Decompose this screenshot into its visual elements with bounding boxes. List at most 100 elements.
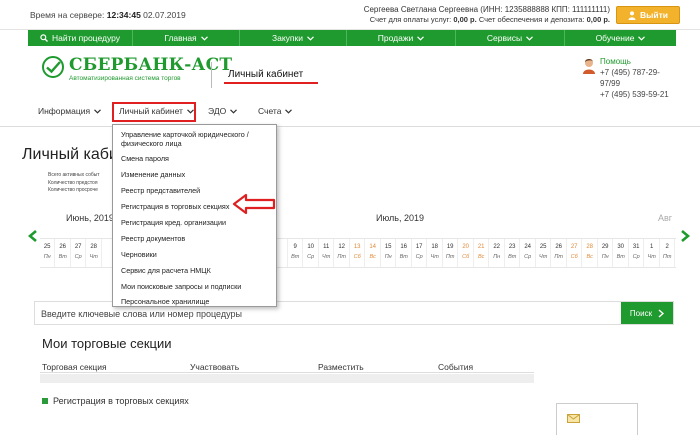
calendar-day[interactable]: 18 Чт: [428, 239, 443, 267]
chevron-right-icon[interactable]: [680, 230, 690, 242]
subnav-information[interactable]: Информация: [38, 106, 101, 116]
calendar-day[interactable]: 26 Вт: [56, 239, 71, 267]
calendar-day[interactable]: 10 Ср: [304, 239, 319, 267]
search-input[interactable]: [41, 307, 601, 321]
search-button[interactable]: Поиск: [621, 302, 673, 324]
calendar-day-number: 27: [570, 244, 578, 250]
calendar-day-weekday: Пт: [554, 254, 563, 260]
calendar-day[interactable]: 15 Пн: [381, 239, 397, 267]
nav-purchases[interactable]: Закупки: [240, 30, 346, 46]
mail-icon[interactable]: [567, 414, 580, 423]
help-block: Помощь +7 (495) 787-29-97/99 +7 (495) 53…: [600, 56, 676, 100]
subnav-edo[interactable]: ЭДО: [208, 106, 238, 116]
chevron-down-icon: [285, 108, 293, 114]
nav-services[interactable]: Сервисы: [456, 30, 564, 46]
calendar-day[interactable]: 26 Пт: [552, 239, 567, 267]
col-place: Разместить: [318, 362, 364, 372]
page-title: Личный каби: [22, 146, 118, 163]
calendar-day[interactable]: 12 Пт: [335, 239, 350, 267]
sberbank-ast-logo[interactable]: СБЕРБАНК-АСТ Автоматизированная система …: [42, 56, 232, 82]
calendar-day-number: 19: [446, 244, 454, 250]
calendar-day-number: 9: [293, 244, 297, 250]
server-date: 02.07.2019: [143, 10, 186, 20]
calendar-day[interactable]: 1 Чт: [645, 239, 660, 267]
help-link[interactable]: Помощь: [600, 56, 676, 67]
calendar-day[interactable]: 29 Пн: [598, 239, 614, 267]
calendar-day-weekday: Пт: [445, 254, 455, 260]
calendar-day-number: 2: [665, 244, 669, 250]
nav-sales-label: Продажи: [377, 33, 414, 43]
menu-item-documents-registry[interactable]: Реестр документов: [121, 234, 271, 243]
register-sections-link[interactable]: Регистрация в торговых секциях: [42, 396, 189, 406]
calendar-day[interactable]: 27 Сб: [567, 239, 583, 267]
sections-header-divider: [40, 372, 534, 373]
calendar-day[interactable]: 23 Вт: [505, 239, 521, 267]
subnav-personal-cabinet[interactable]: Личный кабинет: [119, 106, 194, 116]
server-time-label: Время на сервере:: [30, 10, 105, 20]
menu-item-credit-org-registration[interactable]: Регистрация кред. организации: [121, 218, 271, 227]
calendar-day[interactable]: 27 Ср: [71, 239, 87, 267]
help-phone-1: +7 (495) 787-29-97/99: [600, 68, 660, 88]
calendar-day[interactable]: 11 Чт: [319, 239, 335, 267]
calendar-day-number: 28: [90, 244, 98, 250]
calendar-day-weekday: Ср: [524, 254, 532, 260]
calendar-day[interactable]: 16 Вт: [397, 239, 412, 267]
calendar-day[interactable]: 20 Сб: [459, 239, 474, 267]
calendar-day[interactable]: 19 Пт: [443, 239, 459, 267]
balance-value-services: 0,00 р.: [453, 15, 477, 24]
nav-find-procedure[interactable]: Найти процедуру: [28, 30, 132, 46]
chevron-down-icon: [526, 35, 534, 41]
calendar-day[interactable]: 14 Вс: [366, 239, 381, 267]
calendar-day-number: 17: [415, 244, 423, 250]
calendar-day[interactable]: 13 Сб: [350, 239, 366, 267]
calendar-day[interactable]: 25 Чт: [536, 239, 552, 267]
calendar-day[interactable]: 25 Пн: [40, 239, 56, 267]
menu-item-personal-storage[interactable]: Персональное хранилище: [121, 297, 271, 306]
nav-training[interactable]: Обучение: [565, 30, 676, 46]
calendar-day-weekday: Пн: [43, 254, 51, 260]
calendar-day-number: 18: [431, 244, 439, 250]
nav-purchases-label: Закупки: [272, 33, 303, 43]
menu-item-search-subscriptions[interactable]: Мои поисковые запросы и подписки: [121, 282, 271, 291]
menu-item-change-password[interactable]: Смена пароля: [121, 154, 271, 163]
menu-item-edit-data[interactable]: Изменение данных: [121, 170, 271, 179]
calendar-day-number: 15: [384, 244, 392, 250]
balance-label-services: Счет для оплаты услуг:: [369, 15, 452, 24]
calendar-day[interactable]: 17 Ср: [412, 239, 428, 267]
calendar-day-weekday: Чт: [89, 254, 98, 260]
calendar-day-weekday: Чт: [430, 254, 439, 260]
calendar-day-number: 26: [59, 244, 67, 250]
calendar-day-number: 21: [477, 244, 485, 250]
chevron-down-icon: [94, 108, 101, 114]
menu-item-manage-card[interactable]: Управление карточкой юридического / физи…: [121, 130, 271, 148]
calendar-day-number: 14: [369, 244, 377, 250]
user-name: Сергеева Светлана Сергеевна (ИНН: 123588…: [363, 5, 610, 14]
nav-sales[interactable]: Продажи: [347, 30, 455, 46]
calendar-day[interactable]: 28 Чт: [87, 239, 102, 267]
calendar-day[interactable]: 2 Пт: [660, 239, 676, 267]
calendar-day-number: 11: [323, 244, 330, 250]
calendar-month-july: Июль, 2019: [376, 213, 424, 223]
calendar-day[interactable]: 31 Ср: [629, 239, 645, 267]
calendar-day-weekday: Вс: [369, 254, 376, 260]
calendar-day-number: 28: [586, 244, 594, 250]
cabinet-link[interactable]: Личный кабинет: [228, 69, 303, 80]
calendar-day-number: 23: [508, 244, 516, 250]
subnav-accounts[interactable]: Счета: [258, 106, 293, 116]
calendar-day[interactable]: 22 Пн: [490, 239, 505, 267]
calendar-day[interactable]: 21 Вс: [474, 239, 490, 267]
calendar-day[interactable]: 28 Вс: [583, 239, 598, 267]
menu-item-nmck-service[interactable]: Сервис для расчета НМЦК: [121, 266, 271, 275]
calendar-day-weekday: Пн: [384, 254, 392, 260]
calendar-day[interactable]: 9 Вт: [288, 239, 304, 267]
subnav-edo-label: ЭДО: [208, 106, 227, 116]
menu-item-drafts[interactable]: Черновики: [121, 250, 271, 259]
logout-button[interactable]: Выйти: [616, 6, 680, 24]
calendar-day-number: 10: [307, 244, 315, 250]
chevron-down-icon: [187, 108, 194, 114]
calendar-day[interactable]: 30 Вт: [614, 239, 629, 267]
chevron-left-icon[interactable]: [28, 230, 38, 242]
nav-home[interactable]: Главная: [133, 30, 239, 46]
calendar-day[interactable]: 24 Ср: [521, 239, 536, 267]
calendar-day-weekday: Вс: [477, 254, 485, 260]
